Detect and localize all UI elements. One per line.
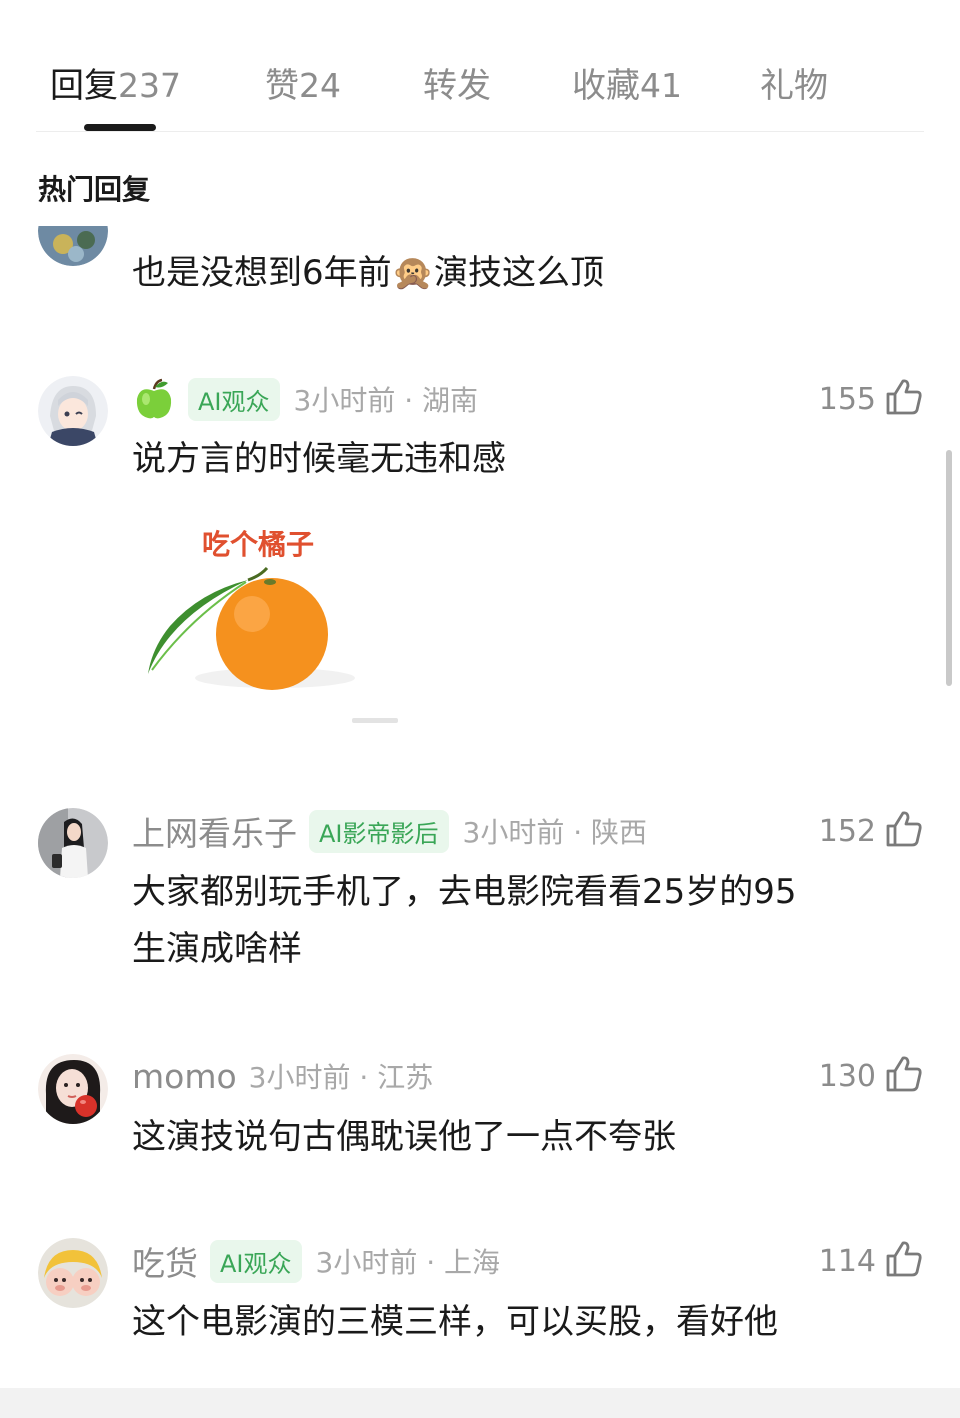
like-count: 152	[818, 813, 876, 849]
username[interactable]: 上网看乐子	[132, 807, 297, 855]
tab-reposts[interactable]: 转发	[423, 58, 491, 107]
like-button[interactable]: 130	[819, 1054, 924, 1098]
thumbs-up-icon	[884, 1054, 924, 1098]
tab-favorites-count: 41	[640, 66, 682, 105]
comment-text: 这个电影演的三模三样，可以买股，看好他	[132, 1302, 778, 1342]
comment-time-location: 3小时前 · 上海	[315, 1246, 501, 1279]
comment-time-location: 3小时前 · 江苏	[248, 1061, 434, 1094]
green-apple-icon	[132, 377, 176, 421]
ai-best-actor-badge: AI影帝影后	[309, 809, 449, 853]
comment-text: 这演技说句古偶耽误他了一点不夸张	[132, 1117, 676, 1157]
tab-replies-label: 回复	[50, 66, 118, 106]
tab-replies-count: 237	[118, 66, 181, 105]
tab-gifts-label: 礼物	[760, 66, 828, 106]
like-button[interactable]: 155	[819, 377, 924, 421]
comment-text-part2: 演技这么顶	[433, 253, 604, 293]
comment-text-line-2: 生演成啥样	[132, 929, 302, 969]
active-tab-indicator	[84, 124, 156, 131]
comment-time-location: 3小时前 · 湖南	[293, 384, 479, 417]
tab-replies[interactable]: 回复237	[50, 58, 181, 107]
see-no-evil-monkey-icon: 🙊	[391, 253, 434, 293]
sticker-caption: 吃个橘子	[202, 528, 314, 561]
scrollbar[interactable]	[946, 450, 952, 686]
comment-meta: 上网看乐子 AI影帝影后 3小时前 · 陕西	[132, 809, 647, 853]
section-title-hot-replies: 热门回复	[38, 173, 151, 206]
avatar[interactable]	[38, 1054, 108, 1124]
comment-meta: 吃货 AI观众 3小时前 · 上海	[132, 1239, 500, 1283]
like-count: 130	[818, 1058, 876, 1094]
tab-reposts-label: 转发	[423, 66, 491, 106]
avatar[interactable]	[38, 376, 108, 446]
thumbs-up-icon	[884, 1239, 924, 1283]
comment-time-location: 3小时前 · 陕西	[462, 816, 648, 849]
like-count: 114	[818, 1243, 876, 1279]
tab-likes-label: 赞	[265, 66, 299, 106]
comment-text: 说方言的时候毫无违和感	[132, 439, 506, 479]
like-count: 155	[818, 381, 876, 417]
tab-likes-count: 24	[299, 66, 341, 105]
ai-audience-badge: AI观众	[188, 377, 280, 421]
tab-gifts[interactable]: 礼物	[760, 58, 828, 107]
tab-likes[interactable]: 赞24	[265, 58, 341, 107]
ai-audience-badge: AI观众	[210, 1239, 302, 1283]
avatar[interactable]	[38, 808, 108, 878]
like-button[interactable]: 114	[819, 1239, 924, 1283]
like-button[interactable]: 152	[819, 809, 924, 853]
username[interactable]: momo	[132, 1057, 237, 1096]
tab-bar: 回复237 赞24 转发 收藏41 礼物	[0, 0, 960, 132]
tab-favorites[interactable]: 收藏41	[572, 58, 682, 107]
comment-text-part1: 也是没想到6年前	[132, 253, 392, 293]
sticker-image[interactable]: 吃个橘子	[130, 506, 400, 736]
bottom-bar	[0, 1388, 960, 1418]
tab-favorites-label: 收藏	[572, 66, 640, 106]
thumbs-up-icon	[884, 809, 924, 853]
tabs-divider	[36, 131, 924, 132]
comment-text-line-1: 大家都别玩手机了，去电影院看看25岁的95	[132, 872, 797, 912]
thumbs-up-icon	[884, 377, 924, 421]
comment-text: 也是没想到6年前🙊演技这么顶	[132, 244, 604, 302]
avatar[interactable]	[38, 1238, 108, 1308]
comment-meta: AI观众 3小时前 · 湖南	[132, 377, 478, 421]
username[interactable]: 吃货	[132, 1237, 198, 1285]
comment-meta: momo 3小时前 · 江苏	[132, 1054, 433, 1098]
